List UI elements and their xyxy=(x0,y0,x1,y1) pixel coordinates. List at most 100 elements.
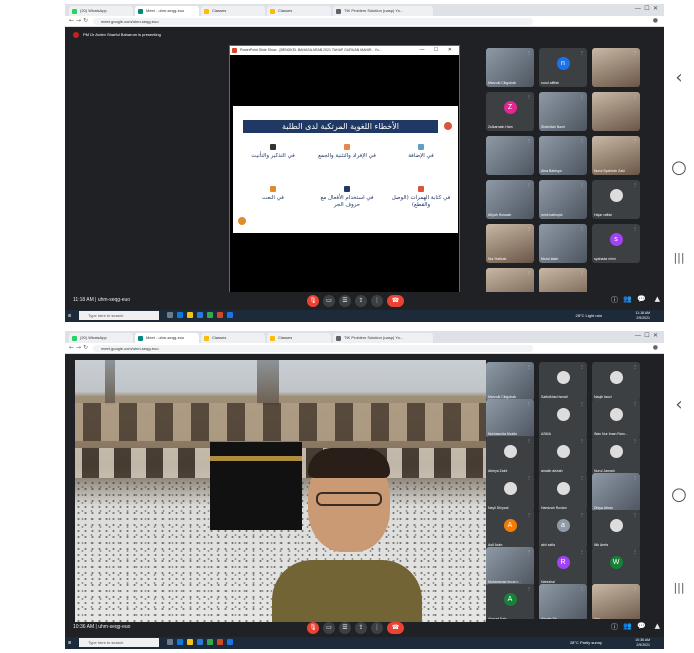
tile-options-icon[interactable]: ⋮ xyxy=(580,138,584,143)
store-icon[interactable] xyxy=(197,639,203,645)
participant-tile[interactable]: ⋮ xyxy=(592,92,640,131)
tile-options-icon[interactable]: ⋮ xyxy=(580,94,584,99)
participant-tile[interactable]: ⋮ Nur Hafizah xyxy=(486,224,534,263)
participant-tile[interactable]: ⋮ n nurul.alfifah xyxy=(539,48,587,87)
tab-classes[interactable]: Classes xyxy=(267,333,331,343)
tile-options-icon[interactable]: ⋮ xyxy=(580,50,584,55)
participant-tile[interactable]: ⋮ Nurul Jannah xyxy=(592,436,640,475)
tab-tik[interactable]: TIK Problem Solution (uasp) Yo... xyxy=(333,333,433,343)
tile-options-icon[interactable]: ⋮ xyxy=(527,512,531,517)
tile-options-icon[interactable]: ⋮ xyxy=(633,94,637,99)
participant-tile[interactable]: ⋮ ASMA xyxy=(539,399,587,438)
more-options-button[interactable]: ⋮ xyxy=(371,295,383,307)
participant-tile[interactable]: ⋮ Dhiya Afnan xyxy=(592,473,640,512)
chrome-icon[interactable] xyxy=(207,639,213,645)
forward-arrow-icon[interactable]: → xyxy=(76,344,81,351)
recents-icon[interactable]: ||| xyxy=(664,248,694,268)
url-field[interactable]: meet.google.com/uhm-seqg-euo xyxy=(93,18,533,25)
more-options-button[interactable]: ⋮ xyxy=(371,622,383,634)
tile-options-icon[interactable]: ⋮ xyxy=(580,512,584,517)
participant-tile[interactable]: ⋮ Atiyah Hussain xyxy=(486,180,534,219)
tab-whatsapp[interactable]: (20) WhatsApp xyxy=(69,333,133,343)
tile-options-icon[interactable]: ⋮ xyxy=(527,226,531,231)
tab-meet[interactable]: Meet - uhm-seqg-euo xyxy=(135,333,199,343)
tile-options-icon[interactable]: ⋮ xyxy=(580,475,584,480)
participant-tile[interactable]: ⋮ A Asif Aslm xyxy=(486,510,534,549)
task-view-icon[interactable] xyxy=(167,312,173,318)
tile-options-icon[interactable]: ⋮ xyxy=(527,549,531,554)
profile-icon[interactable]: ● xyxy=(653,17,658,24)
tile-options-icon[interactable]: ⋮ xyxy=(633,226,637,231)
ppt-window-controls[interactable]: — ☐ ✕ xyxy=(420,46,456,55)
participant-tile[interactable]: ⋮ amalin aishah xyxy=(539,436,587,475)
tile-options-icon[interactable]: ⋮ xyxy=(527,182,531,187)
explorer-icon[interactable] xyxy=(187,639,193,645)
tile-options-icon[interactable]: ⋮ xyxy=(527,364,531,369)
tile-options-icon[interactable]: ⋮ xyxy=(527,94,531,99)
tile-options-icon[interactable]: ⋮ xyxy=(580,549,584,554)
chat-icon[interactable]: 💬 xyxy=(637,622,646,630)
back-icon[interactable]: ‹ xyxy=(664,395,694,415)
home-icon[interactable]: ○ xyxy=(664,485,694,505)
tile-options-icon[interactable]: ⋮ xyxy=(527,438,531,443)
tile-options-icon[interactable]: ⋮ xyxy=(580,182,584,187)
activities-icon[interactable]: ▲ xyxy=(655,295,660,303)
participant-tile[interactable]: ⋮ Nurul Syahirah Zaki xyxy=(592,136,640,175)
camera-button[interactable]: ▭ xyxy=(323,622,335,634)
explorer-icon[interactable] xyxy=(187,312,193,318)
participant-tile[interactable]: ⋮You xyxy=(592,584,640,623)
chat-icon[interactable]: 💬 xyxy=(637,295,646,303)
window-controls[interactable]: — ☐ ✕ xyxy=(635,5,658,12)
app-icon[interactable] xyxy=(227,312,233,318)
tile-options-icon[interactable]: ⋮ xyxy=(633,182,637,187)
tile-options-icon[interactable]: ⋮ xyxy=(633,50,637,55)
tile-options-icon[interactable]: ⋮ xyxy=(527,586,531,591)
camera-button[interactable]: ▭ xyxy=(323,295,335,307)
participant-tile[interactable]: ⋮ Muhammad Imran I... xyxy=(486,547,534,586)
tile-options-icon[interactable]: ⋮ xyxy=(580,226,584,231)
tab-tik[interactable]: TIK Problem Solution (uasp) Yo... xyxy=(333,6,433,16)
participant-tile[interactable]: ⋮ Hamizah Ruslan xyxy=(539,473,587,512)
tile-options-icon[interactable]: ⋮ xyxy=(527,138,531,143)
participant-tile[interactable]: ⋮ Marzuki Cikgubab xyxy=(486,362,534,401)
chrome-icon[interactable] xyxy=(207,312,213,318)
edge-icon[interactable] xyxy=(177,639,183,645)
tile-options-icon[interactable]: ⋮ xyxy=(527,475,531,480)
forward-arrow-icon[interactable]: → xyxy=(76,17,81,24)
participant-tile[interactable]: ⋮ Aina Batrisya xyxy=(539,136,587,175)
tile-options-icon[interactable]: ⋮ xyxy=(580,401,584,406)
profile-icon[interactable]: ● xyxy=(653,344,658,351)
window-controls[interactable]: — ☐ ✕ xyxy=(635,332,658,339)
tab-classes[interactable]: Classes xyxy=(267,6,331,16)
participant-tile[interactable]: ⋮ Aleeya Zaini xyxy=(486,436,534,475)
tile-options-icon[interactable]: ⋮ xyxy=(580,586,584,591)
participant-tile[interactable]: ⋮ a atiri zafia xyxy=(539,510,587,549)
tab-classes[interactable]: Classes xyxy=(201,333,265,343)
participant-tile[interactable]: ⋮ Hajar raffan xyxy=(592,180,640,219)
participant-tile[interactable]: ⋮ R Nabiahal xyxy=(539,547,587,586)
people-icon[interactable]: 👥 xyxy=(623,622,632,630)
tile-options-icon[interactable]: ⋮ xyxy=(633,475,637,480)
tile-options-icon[interactable]: ⋮ xyxy=(527,270,531,275)
tile-options-icon[interactable]: ⋮ xyxy=(633,364,637,369)
participant-tile[interactable]: ⋮ Z Zulkarnain Ham xyxy=(486,92,534,131)
edge-icon[interactable] xyxy=(177,312,183,318)
participant-tile[interactable]: ⋮Aisyah Sir xyxy=(539,584,587,623)
powerpoint-icon[interactable] xyxy=(217,312,223,318)
participant-tile[interactable]: ⋮AAhmad Fais xyxy=(486,584,534,623)
back-arrow-icon[interactable]: ← xyxy=(69,344,74,351)
captions-button[interactable]: ☰ xyxy=(339,622,351,634)
back-arrow-icon[interactable]: ← xyxy=(69,17,74,24)
participant-tile[interactable]: ⋮ Mohd latah xyxy=(539,224,587,263)
tile-options-icon[interactable]: ⋮ xyxy=(527,50,531,55)
info-icon[interactable]: ⓘ xyxy=(611,295,618,305)
back-icon[interactable]: ‹ xyxy=(664,68,694,88)
info-icon[interactable]: ⓘ xyxy=(611,622,618,632)
participant-tile[interactable]: ⋮ Naqib fauzi xyxy=(592,362,640,401)
activities-icon[interactable]: ▲ xyxy=(655,622,660,630)
participant-tile[interactable]: ⋮ W xyxy=(592,547,640,586)
tile-options-icon[interactable]: ⋮ xyxy=(633,401,637,406)
present-button[interactable]: ⇪ xyxy=(355,295,367,307)
participant-tile[interactable]: ⋮ Shahidah Nazri xyxy=(539,92,587,131)
captions-button[interactable]: ☰ xyxy=(339,295,351,307)
